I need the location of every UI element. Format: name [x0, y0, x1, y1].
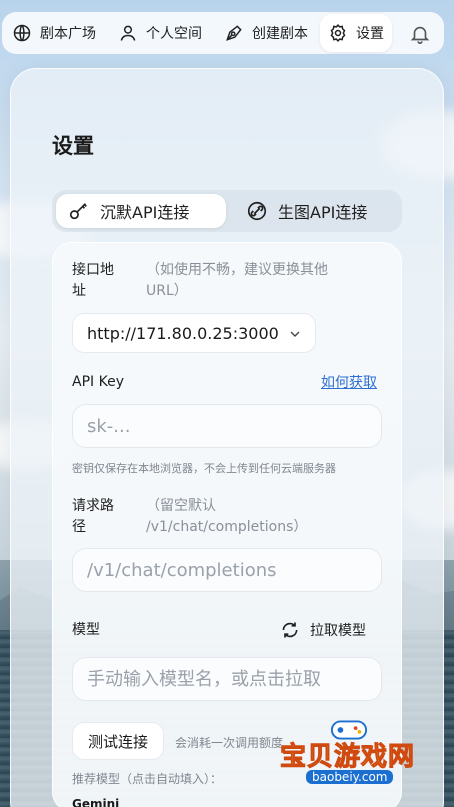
endpoint-hint-line2: URL）	[146, 283, 188, 299]
gear-icon	[330, 23, 346, 43]
api-key-input[interactable]	[72, 404, 382, 448]
api-tabs: 沉默API连接 生图API连接	[52, 190, 402, 232]
nav-item-script-square[interactable]: 剧本广场	[4, 14, 104, 52]
endpoint-selected-value: http://171.80.0.25:3000	[87, 323, 279, 343]
test-note: 会消耗一次调用额度	[175, 736, 284, 750]
endpoint-hint: （如使用不畅，建议更换其他 URL）	[146, 260, 328, 302]
path-label-line1: 请求路	[72, 498, 114, 514]
tab-label: 沉默API连接	[100, 203, 190, 222]
path-label-line2: 径	[72, 519, 86, 535]
key-icon	[69, 203, 87, 220]
pull-models-button[interactable]: 拉取模型	[280, 618, 366, 642]
path-label: 请求路 径	[72, 496, 114, 538]
path-hint-line2: /v1/chat/completions）	[146, 519, 308, 535]
test-connection-button[interactable]: 测试连接	[72, 722, 164, 760]
pen-tool-icon	[226, 25, 242, 41]
refresh-icon	[282, 622, 298, 638]
path-input[interactable]	[72, 548, 382, 592]
recommend-label: 推荐模型（点击自动填入）：	[72, 772, 223, 786]
nav-item-label: 创建剧本	[252, 26, 308, 42]
watermark: 宝贝游戏网 baobeiy.com	[278, 718, 428, 788]
model-label: 模型	[72, 622, 100, 638]
api-key-label: API Key	[72, 374, 124, 390]
bell-icon	[410, 26, 430, 44]
notification-button[interactable]	[404, 20, 436, 48]
model-input[interactable]	[72, 657, 382, 701]
nav-item-label: 设置	[356, 26, 384, 42]
path-hint: （留空默认 /v1/chat/completions）	[146, 496, 307, 538]
user-icon	[120, 25, 136, 41]
nav-item-create-script[interactable]: 创建剧本	[216, 14, 316, 52]
tab-silent-api[interactable]: 沉默API连接	[56, 194, 226, 228]
image-link-icon	[247, 201, 267, 221]
nav-item-personal-space[interactable]: 个人空间	[110, 14, 210, 52]
pull-models-label: 拉取模型	[310, 623, 366, 639]
endpoint-label-line2: 址	[72, 283, 86, 299]
endpoint-label-line1: 接口地	[72, 262, 114, 278]
path-hint-line1: （留空默认	[146, 498, 216, 514]
globe-icon	[13, 24, 31, 42]
tab-label: 生图API连接	[278, 203, 368, 222]
nav-item-settings[interactable]: 设置	[320, 14, 392, 52]
watermark-text: 宝贝游戏网	[279, 742, 416, 773]
watermark-domain: baobeiy.com	[306, 770, 394, 784]
chevron-down-icon	[290, 331, 300, 337]
endpoint-hint-line1: （如使用不畅，建议更换其他	[146, 262, 328, 278]
recommend-gemini[interactable]: Gemini	[72, 797, 119, 807]
page-title: 设置	[52, 134, 94, 158]
endpoint-label: 接口地 址	[72, 260, 114, 302]
api-key-note: 密钥仅保存在本地浏览器，不会上传到任何云端服务器	[72, 462, 336, 475]
nav-item-label: 剧本广场	[40, 26, 96, 42]
top-nav: 剧本广场 个人空间 创建剧本 设置	[0, 0, 454, 62]
tab-image-api[interactable]: 生图API连接	[234, 194, 398, 228]
nav-item-label: 个人空间	[146, 26, 202, 42]
endpoint-select[interactable]: http://171.80.0.25:3000	[72, 313, 316, 353]
how-to-get-link[interactable]: 如何获取	[321, 372, 377, 392]
